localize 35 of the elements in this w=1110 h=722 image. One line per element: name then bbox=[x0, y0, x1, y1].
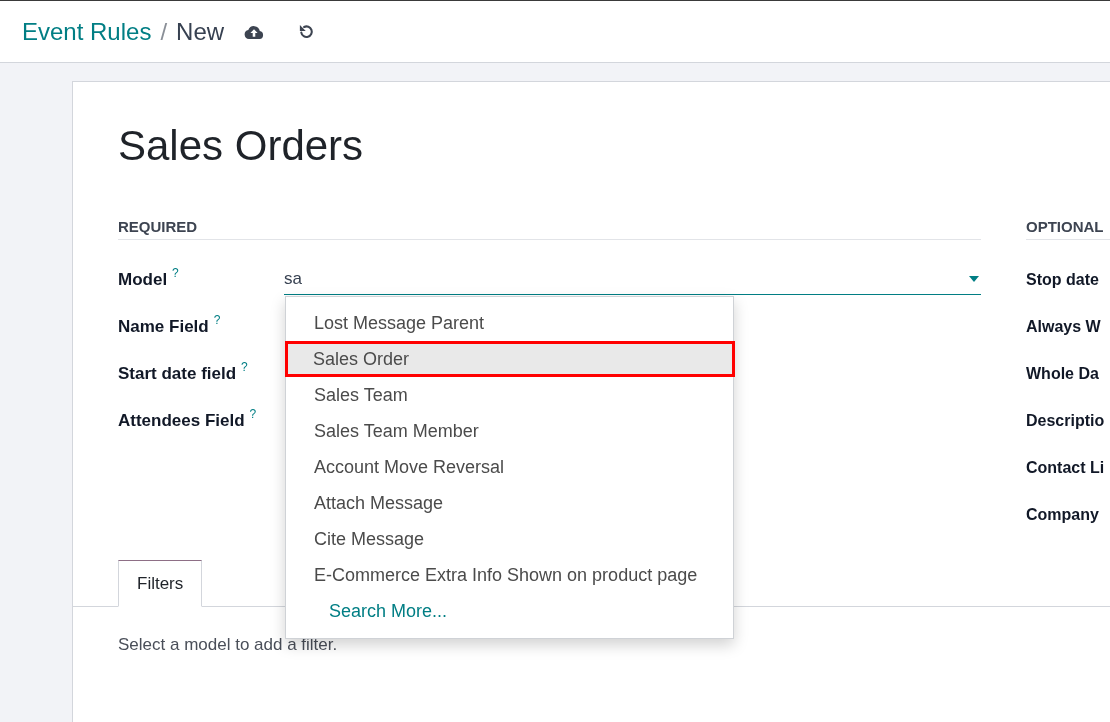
section-heading: REQUIRED bbox=[118, 217, 981, 240]
dropdown-option[interactable]: Sales Order bbox=[285, 341, 735, 377]
field-label: Descriptio bbox=[1026, 411, 1105, 430]
field-label: Model bbox=[118, 269, 168, 290]
field-label: Stop date bbox=[1026, 270, 1099, 289]
help-mark[interactable]: ? bbox=[249, 407, 257, 420]
help-mark[interactable]: ? bbox=[241, 360, 248, 373]
cloud-upload-icon bbox=[244, 24, 265, 39]
caret-icon bbox=[969, 276, 979, 282]
dropdown-option[interactable]: Sales Team bbox=[286, 377, 733, 413]
breadcrumb-separator: / bbox=[160, 16, 168, 47]
field-label: Contact Li bbox=[1026, 458, 1105, 477]
dropdown-option[interactable]: Account Move Reversal bbox=[286, 449, 733, 485]
field-label: Name Field bbox=[118, 316, 209, 337]
dropdown-option[interactable]: Attach Message bbox=[286, 485, 733, 521]
field-label: Attendees Field bbox=[118, 410, 245, 431]
dropdown-option[interactable]: Cite Message bbox=[286, 521, 733, 557]
breadcrumb-current: New bbox=[176, 16, 225, 47]
field-label: Whole Da bbox=[1026, 364, 1099, 383]
help-mark[interactable]: ? bbox=[213, 313, 221, 326]
section-heading: OPTIONAL bbox=[1026, 217, 1110, 240]
tab[interactable]: Filters bbox=[118, 560, 203, 607]
filters-hint: Select a model to add a filter. bbox=[118, 634, 339, 656]
dropdown-option[interactable]: Lost Message Parent bbox=[286, 305, 733, 341]
help-mark[interactable]: ? bbox=[172, 266, 179, 279]
record-title: Sales Orders bbox=[118, 121, 365, 171]
field-label: Always W bbox=[1026, 317, 1101, 336]
field-label: Start date field bbox=[118, 363, 237, 384]
breadcrumb-link[interactable]: Event Rules bbox=[22, 16, 152, 47]
field-label: Company bbox=[1026, 505, 1099, 524]
undo-icon bbox=[298, 23, 316, 40]
dropdown-option[interactable]: Sales Team Member bbox=[286, 413, 733, 449]
search-more-link[interactable]: Search More... bbox=[286, 593, 733, 629]
model-select-field[interactable]: sa bbox=[284, 264, 981, 295]
dropdown-option[interactable]: E-Commerce Extra Info Shown on product page bbox=[286, 557, 733, 593]
